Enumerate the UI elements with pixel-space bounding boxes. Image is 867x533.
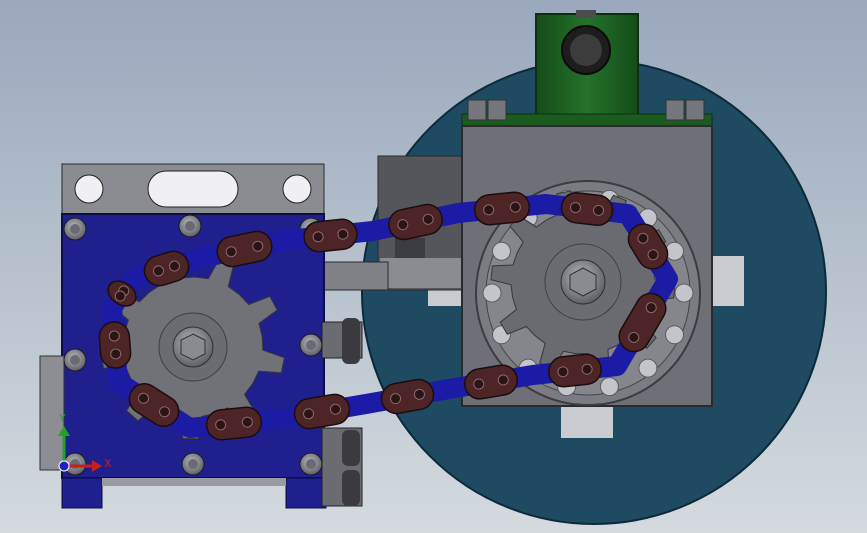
- bearing-roller: [492, 241, 511, 261]
- chain-link-plate: [98, 321, 132, 369]
- bolt-socket-icon: [306, 340, 316, 350]
- adjust-slot: [147, 170, 239, 208]
- chain-link: [205, 406, 263, 441]
- bearing-shaft: [570, 34, 602, 66]
- roller-icon: [342, 430, 360, 466]
- connector-arm: [321, 261, 389, 291]
- mount-hole-icon: [282, 174, 312, 204]
- bolt-socket-icon: [306, 459, 316, 469]
- bearing-roller: [638, 358, 658, 378]
- chain-pin-icon: [557, 366, 569, 378]
- bearing-roller: [665, 241, 684, 261]
- roller-icon: [342, 318, 360, 364]
- cad-model-view[interactable]: [0, 0, 867, 533]
- chain-pin-icon: [483, 204, 495, 216]
- hex-bolt-icon[interactable]: [487, 99, 507, 121]
- disc-slot-right: [712, 256, 744, 306]
- chain-pin-icon: [312, 231, 324, 243]
- hex-bolt-icon[interactable]: [685, 99, 705, 121]
- motor-plate-foot-left: [61, 477, 103, 509]
- bearing-roller: [665, 325, 684, 345]
- connector-arm-slot: [395, 238, 425, 258]
- bolt-socket-icon: [70, 355, 80, 365]
- x-axis-label: X: [104, 457, 112, 470]
- chain-pin-icon: [108, 330, 120, 342]
- chain-pin-icon: [241, 416, 253, 428]
- roller-icon: [342, 470, 360, 506]
- bolt-socket-icon: [188, 459, 198, 469]
- chain-link: [473, 191, 531, 226]
- chain-pin-icon: [581, 363, 593, 375]
- bearing-roller: [599, 377, 619, 397]
- z-axis-dot-icon: [58, 460, 70, 472]
- disc-slot-bottom: [561, 404, 613, 438]
- chain-link: [98, 321, 132, 369]
- bearing-roller: [482, 283, 502, 303]
- hex-socket-icon: [180, 333, 206, 361]
- chain-link-plate: [473, 191, 531, 226]
- motor-plate-bottom-bar: [102, 478, 286, 486]
- chain-pin-icon: [509, 201, 521, 213]
- hex-bolt-icon[interactable]: [467, 99, 487, 121]
- cad-viewport[interactable]: X Y: [0, 0, 867, 533]
- chain-link-plate: [205, 406, 263, 441]
- mount-hole-icon: [74, 174, 104, 204]
- bolt-socket-icon: [70, 224, 80, 234]
- chain-pin-icon: [215, 419, 227, 431]
- chain-pin-icon: [110, 348, 122, 360]
- hex-bolt-icon[interactable]: [665, 99, 685, 121]
- connector-bracket-light: [380, 258, 462, 288]
- bearing-roller: [674, 283, 694, 303]
- bolt-socket-icon: [185, 221, 195, 231]
- chain-pin-icon: [337, 228, 349, 240]
- y-axis-label: Y: [59, 412, 66, 425]
- motor-plate-foot-right: [285, 477, 327, 509]
- bearing-set-screw: [576, 10, 596, 18]
